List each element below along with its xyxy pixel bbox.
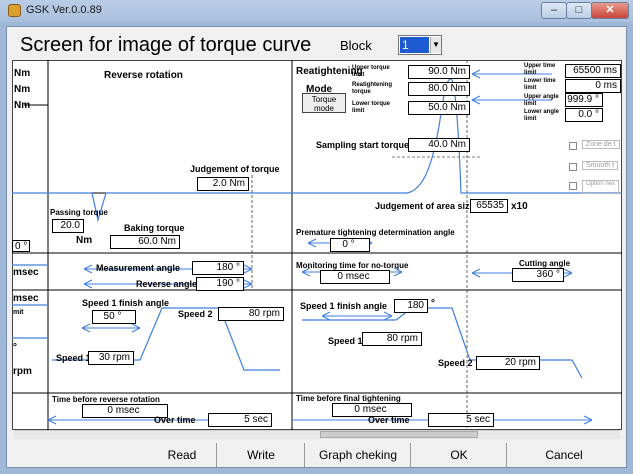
smooth-checkbox[interactable] [569,163,577,171]
lower-time-limit-field[interactable]: 0 ms [565,79,621,93]
retightening-torque-field[interactable]: 80.0 Nm [408,82,470,96]
measurement-angle-field[interactable]: 180 ° [192,261,244,275]
cutting-angle-field[interactable]: 360 ° [512,268,564,282]
upper-angle-limit-field[interactable]: 999.9 ° [565,93,603,107]
reverse-angle-field[interactable]: 190 ° [196,277,244,291]
smooth-option-label[interactable]: Smooth t [582,161,619,170]
option-next-label[interactable]: Option nex [582,180,620,194]
option-next-checkbox[interactable] [569,182,577,190]
app-icon [8,4,21,17]
footer-divider-1 [216,443,217,467]
left-degree-stub[interactable]: 0 ° [12,240,31,252]
left-stub-msec-2: msec [13,293,39,304]
retightening-torque-label: Reatightening torque [352,82,392,95]
speed1-finish-angle-label-right: Speed 1 finish angle [300,301,388,311]
judgement-of-torque-label: Judgement of torque [190,164,280,174]
upper-angle-limit-label: Upper angle limit [524,94,559,107]
passing-torque-label: Passing torque [50,208,108,217]
over-time-label-right: Over time [368,415,410,425]
reverse-angle-label: Reverse angle [136,279,198,289]
cutting-angle-label: Cutting angle [519,259,571,268]
chevron-down-icon[interactable]: ▼ [430,37,441,53]
over-time-label-left: Over time [154,415,196,425]
left-stub-rpm: rpm [13,366,32,377]
block-select-value: 1 [400,37,429,53]
page-title: Screen for image of torque curve [20,34,312,56]
speed2-label-left: Speed 2 [178,309,213,319]
speed1-field-left[interactable]: 30 rpm [88,351,134,365]
reverse-rotation-title: Reverse rotation [104,70,183,81]
lower-torque-limit-field[interactable]: 50.0 Nm [408,101,470,115]
unit-label-1: Nm [14,68,31,79]
zone-checkbox[interactable] [569,142,577,150]
window-title: GSK Ver.0.0.89 [26,4,102,16]
torque-mode-button[interactable]: Torque mode [302,93,346,113]
judgement-area-unit: x10 [511,201,528,212]
speed1-finish-angle-label-left: Speed 1 finish angle [82,298,170,308]
over-time-field-left[interactable]: 5 sec [208,413,272,427]
zone-option-label[interactable]: Zone de t [582,140,620,149]
speed1-finish-deg-right: ° [431,298,435,309]
monitoring-time-label: Monitoring time for no-torque [296,261,409,270]
passing-torque-field[interactable]: 20.0 [52,219,84,233]
speed2-label-right: Speed 2 [438,358,473,368]
passing-torque-unit: Nm [76,235,93,246]
judgement-of-torque-field[interactable]: 2.0 Nm [197,177,249,191]
cancel-button[interactable]: Cancel [512,443,616,467]
left-stub-msec-1: msec [13,267,39,278]
measurement-angle-label: Measurement angle [96,263,181,273]
time-before-reverse-label: Time before reverse rotation [52,395,160,404]
speed1-finish-angle-field-left[interactable]: 50 ° [92,310,136,324]
left-stub-deg: ° [13,342,17,353]
baking-torque-label: Baking torque [124,223,185,233]
baking-torque-field[interactable]: 60.0 Nm [110,235,180,249]
speed1-finish-angle-field-right[interactable]: 180 [394,299,428,313]
monitoring-time-field[interactable]: 0 msec [320,270,390,284]
title-bar: GSK Ver.0.0.89 – □ ✕ [0,0,633,22]
lower-torque-limit-label: Lower torque limit [352,101,391,114]
judgement-area-label: Judgement of area size [375,201,475,211]
scrollbar-thumb[interactable] [320,431,478,438]
upper-time-limit-field[interactable]: 65500 ms [565,64,621,78]
unit-label-2: Nm [14,84,31,95]
speed1-field-right[interactable]: 80 rpm [362,332,422,346]
upper-time-limit-label: Upper time limit [524,63,556,76]
minimize-button[interactable]: – [541,2,567,19]
upper-torque-limit-field[interactable]: 90.0 Nm [408,65,470,79]
time-before-final-label: Time before final tightening [296,394,401,403]
speed1-label-right: Speed 1 [328,336,363,346]
block-label: Block [340,38,372,53]
sampling-start-torque-field[interactable]: 40.0 Nm [408,138,470,152]
judgement-area-field[interactable]: 65535 [470,199,508,213]
premature-angle-field[interactable]: 0 ° [330,238,370,252]
speed2-field-right[interactable]: 20 rpm [476,356,540,370]
read-button[interactable]: Read [150,443,214,467]
horizontal-scrollbar[interactable] [14,430,620,439]
lower-time-limit-label: Lower time limit [524,78,556,91]
premature-angle-label: Premature tightening determination angle [296,228,455,237]
maximize-button[interactable]: □ [566,2,592,19]
speed1-label-left: Speed 1 [56,353,91,363]
speed2-field-left[interactable]: 80 rpm [218,307,284,321]
close-button[interactable]: ✕ [591,2,629,19]
footer-divider-4 [506,443,507,467]
over-time-field-right[interactable]: 5 sec [428,413,494,427]
lower-angle-limit-label: Lower angle limit [524,109,560,122]
footer-divider-3 [410,443,411,467]
write-button[interactable]: Write [222,443,300,467]
block-select[interactable]: 1 ▼ [398,35,442,55]
upper-torque-limit-label: Upper torque limit [352,65,390,78]
sampling-start-torque-label: Sampling start torque [316,140,410,150]
unit-label-3: Nm [14,100,31,111]
left-stub-mit: mit [13,309,24,316]
ok-button[interactable]: OK [416,443,502,467]
graph-overlay: Nm Nm Nm Reverse rotation Judgement of t… [12,60,622,430]
footer-divider-2 [304,443,305,467]
lower-angle-limit-field[interactable]: 0.0 ° [565,108,603,122]
graph-checking-button[interactable]: Graph cheking [310,443,406,467]
